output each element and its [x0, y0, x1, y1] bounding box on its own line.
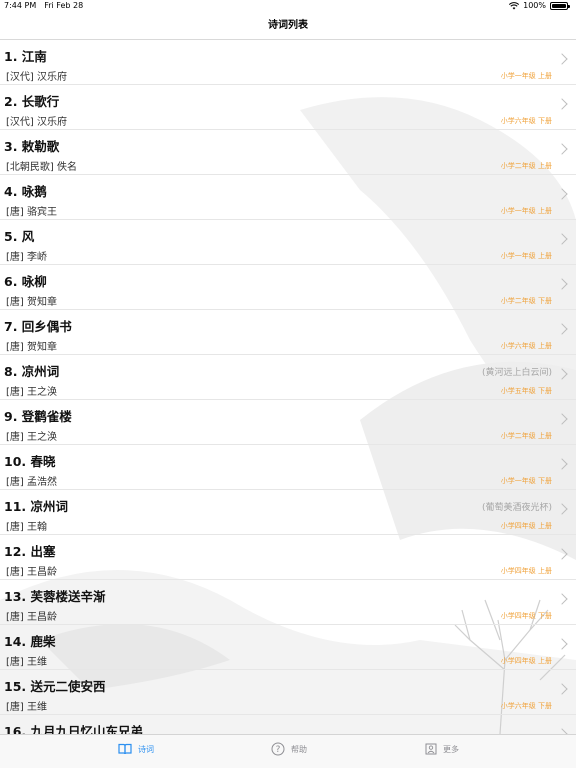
poem-title: 5. 风 — [4, 229, 35, 244]
tab-poems-label: 诗词 — [138, 744, 154, 754]
status-bar: 7:44 PM Fri Feb 28 100% — [0, 0, 576, 12]
chevron-right-icon — [556, 413, 568, 425]
chevron-right-icon — [556, 278, 568, 290]
tab-help[interactable]: ? 帮助 — [271, 738, 307, 760]
poem-author: [唐] 王昌龄 — [6, 612, 57, 623]
book-icon — [118, 743, 132, 755]
poem-author: [唐] 王昌龄 — [6, 567, 57, 578]
grade-label: 小学二年级 上册 — [500, 432, 552, 440]
tab-more[interactable]: 更多 — [425, 738, 459, 760]
navigation-bar: 诗词列表 — [0, 12, 576, 40]
grade-label: 小学一年级 上册 — [500, 207, 552, 215]
status-time: 7:44 PM — [4, 1, 37, 10]
poem-author: [汉代] 汉乐府 — [6, 117, 67, 128]
grade-label: 小学六年级 下册 — [500, 702, 552, 710]
poem-title: 15. 送元二使安西 — [4, 679, 106, 694]
poem-author: [汉代] 汉乐府 — [6, 72, 67, 83]
poem-row[interactable]: 11. 凉州词 [唐] 王翰 小学四年级 上册 (葡萄美酒夜光杯) — [0, 490, 576, 535]
poem-row[interactable]: 4. 咏鹅 [唐] 骆宾王 小学一年级 上册 — [0, 175, 576, 220]
poem-title: 16. 九月九日忆山东兄弟 — [4, 724, 143, 734]
poem-title: 3. 敕勒歌 — [4, 139, 60, 154]
grade-label: 小学四年级 下册 — [500, 612, 552, 620]
poem-title: 2. 长歌行 — [4, 94, 60, 109]
poem-title: 6. 咏柳 — [4, 274, 47, 289]
poem-row[interactable]: 13. 芙蓉楼送辛渐 [唐] 王昌龄 小学四年级 下册 — [0, 580, 576, 625]
chevron-right-icon — [556, 98, 568, 110]
poem-title: 9. 登鹳雀楼 — [4, 409, 72, 424]
poem-title: 11. 凉州词 — [4, 499, 68, 514]
help-icon: ? — [271, 742, 285, 756]
poem-row[interactable]: 5. 风 [唐] 李峤 小学一年级 上册 — [0, 220, 576, 265]
poem-row[interactable]: 1. 江南 [汉代] 汉乐府 小学一年级 上册 — [0, 40, 576, 85]
poem-title: 13. 芙蓉楼送辛渐 — [4, 589, 106, 604]
poem-row[interactable]: 14. 鹿柴 [唐] 王维 小学四年级 上册 — [0, 625, 576, 670]
poem-row[interactable]: 15. 送元二使安西 [唐] 王维 小学六年级 下册 — [0, 670, 576, 715]
tab-more-label: 更多 — [443, 744, 459, 754]
status-date: Fri Feb 28 — [44, 1, 84, 10]
poem-author: [唐] 王维 — [6, 657, 47, 668]
grade-label: 小学二年级 下册 — [500, 297, 552, 305]
profile-icon — [425, 743, 437, 755]
tab-help-label: 帮助 — [291, 744, 307, 754]
chevron-right-icon — [556, 233, 568, 245]
poem-row[interactable]: 12. 出塞 [唐] 王昌龄 小学四年级 上册 — [0, 535, 576, 580]
grade-label: 小学一年级 上册 — [500, 252, 552, 260]
battery-percent: 100% — [523, 1, 546, 10]
poem-row[interactable]: 8. 凉州词 [唐] 王之涣 小学五年级 下册 (黄河远上白云间) — [0, 355, 576, 400]
grade-label: 小学六年级 下册 — [500, 117, 552, 125]
chevron-right-icon — [556, 143, 568, 155]
poem-row[interactable]: 7. 回乡偶书 [唐] 贺知章 小学六年级 上册 — [0, 310, 576, 355]
poem-author: [唐] 王之涣 — [6, 387, 57, 398]
grade-label: 小学六年级 上册 — [500, 342, 552, 350]
chevron-right-icon — [556, 458, 568, 470]
chevron-right-icon — [556, 53, 568, 65]
grade-label: 小学五年级 下册 — [500, 387, 552, 395]
grade-label: 小学二年级 上册 — [500, 162, 552, 170]
tab-poems[interactable]: 诗词 — [118, 738, 154, 760]
chevron-right-icon — [556, 503, 568, 515]
poem-row[interactable]: 16. 九月九日忆山东兄弟 — [0, 715, 576, 734]
poem-title: 8. 凉州词 — [4, 364, 60, 379]
grade-label: 小学四年级 上册 — [500, 567, 552, 575]
chevron-right-icon — [556, 368, 568, 380]
chevron-right-icon — [556, 638, 568, 650]
poem-author: [唐] 王翰 — [6, 522, 47, 533]
grade-label: 小学一年级 上册 — [500, 72, 552, 80]
poem-list[interactable]: 1. 江南 [汉代] 汉乐府 小学一年级 上册 2. 长歌行 [汉代] 汉乐府 小学六年级… — [0, 40, 576, 734]
battery-icon — [550, 2, 570, 10]
poem-author: [唐] 贺知章 — [6, 342, 57, 353]
grade-label: 小学四年级 上册 — [500, 657, 552, 665]
poem-row[interactable]: 2. 长歌行 [汉代] 汉乐府 小学六年级 下册 — [0, 85, 576, 130]
page-title: 诗词列表 — [268, 20, 308, 31]
poem-row[interactable]: 10. 春晓 [唐] 孟浩然 小学一年级 下册 — [0, 445, 576, 490]
grade-label: 小学一年级 下册 — [500, 477, 552, 485]
poem-title: 4. 咏鹅 — [4, 184, 47, 199]
wifi-icon — [509, 2, 520, 10]
poem-row[interactable]: 9. 登鹳雀楼 [唐] 王之涣 小学二年级 上册 — [0, 400, 576, 445]
poem-author: [唐] 骆宾王 — [6, 207, 57, 218]
poem-subtitle: (葡萄美酒夜光杯) — [481, 503, 552, 513]
chevron-right-icon — [556, 593, 568, 605]
poem-row[interactable]: 3. 敕勒歌 [北朝民歌] 佚名 小学二年级 上册 — [0, 130, 576, 175]
chevron-right-icon — [556, 683, 568, 695]
poem-author: [唐] 王维 — [6, 702, 47, 713]
chevron-right-icon — [556, 548, 568, 560]
svg-text:?: ? — [276, 745, 281, 755]
poem-row[interactable]: 6. 咏柳 [唐] 贺知章 小学二年级 下册 — [0, 265, 576, 310]
poem-author: [唐] 孟浩然 — [6, 477, 57, 488]
poem-author: [唐] 李峤 — [6, 252, 47, 263]
tab-bar: 诗词 ? 帮助 更多 — [0, 734, 576, 768]
poem-author: [北朝民歌] 佚名 — [6, 162, 77, 173]
poem-author: [唐] 贺知章 — [6, 297, 57, 308]
chevron-right-icon — [556, 188, 568, 200]
poem-author: [唐] 王之涣 — [6, 432, 57, 443]
poem-title: 12. 出塞 — [4, 544, 56, 559]
poem-title: 10. 春晓 — [4, 454, 56, 469]
poem-title: 1. 江南 — [4, 49, 47, 64]
poem-subtitle: (黄河远上白云间) — [481, 368, 552, 378]
grade-label: 小学四年级 上册 — [500, 522, 552, 530]
poem-title: 14. 鹿柴 — [4, 634, 56, 649]
poem-title: 7. 回乡偶书 — [4, 319, 72, 334]
chevron-right-icon — [556, 323, 568, 335]
